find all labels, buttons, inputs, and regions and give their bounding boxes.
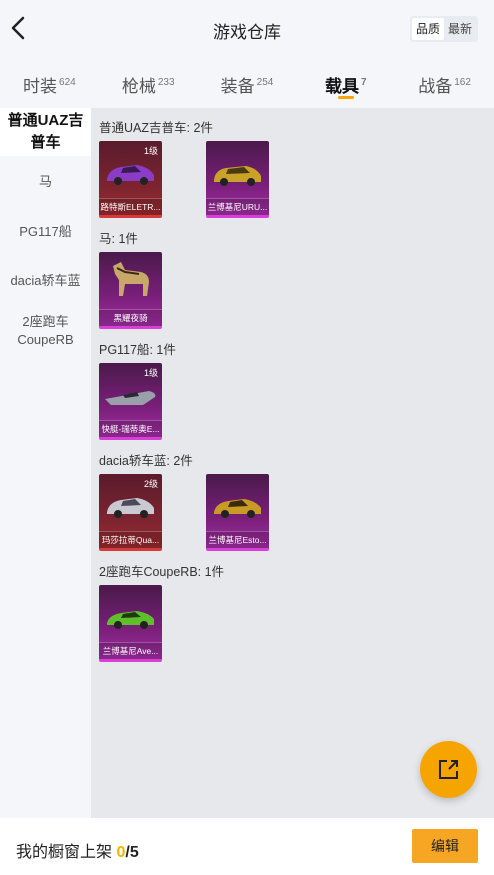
tab-supplies[interactable]: 战备 162 bbox=[395, 56, 494, 106]
gold-car-icon bbox=[214, 499, 261, 518]
tab-label: 时装 bbox=[23, 77, 58, 96]
group-label-horse: 马: 1件 bbox=[99, 232, 138, 246]
vehicle-list: 普通UAZ吉普车: 2件 1级 路特斯ELETR... 兰博基尼URU... 马… bbox=[91, 108, 494, 818]
group-label-pg117: PG117船: 1件 bbox=[99, 343, 176, 357]
sidebar-item-horse[interactable]: 马 bbox=[0, 156, 91, 208]
tab-guns[interactable]: 枪械 233 bbox=[99, 56, 198, 106]
item-name: 黑耀夜骑 bbox=[99, 309, 162, 326]
sidebar-item-dacia[interactable]: dacia轿车蓝 bbox=[0, 256, 91, 306]
item-name: 路特斯ELETR... bbox=[99, 198, 162, 215]
item-card[interactable]: 兰博基尼Esto... bbox=[206, 474, 269, 551]
tab-count: 254 bbox=[256, 77, 274, 88]
item-card[interactable]: 1级 路特斯ELETR... bbox=[99, 141, 162, 218]
sidebar-item-uaz[interactable]: 普通UAZ吉普车 bbox=[0, 108, 91, 156]
gold-suv-icon bbox=[214, 166, 261, 186]
group-label-uaz: 普通UAZ吉普车: 2件 bbox=[99, 121, 213, 135]
tab-equipment[interactable]: 装备 254 bbox=[198, 56, 297, 106]
sort-quality-button[interactable]: 品质 bbox=[411, 18, 444, 40]
purple-car-icon bbox=[107, 165, 154, 185]
group-label-coupe: 2座跑车CoupeRB: 1件 bbox=[99, 565, 225, 579]
showcase-text: 我的橱窗上架 bbox=[16, 844, 113, 861]
item-card[interactable]: 1级 快艇-瑞蒂奥E... bbox=[99, 363, 162, 440]
item-card[interactable]: 兰博基尼Ave... bbox=[99, 585, 162, 662]
header: 游戏仓库 品质 最新 bbox=[0, 0, 494, 56]
item-name: 快艇-瑞蒂奥E... bbox=[99, 420, 162, 437]
tab-count: 624 bbox=[59, 77, 76, 88]
showcase-total: /5 bbox=[125, 844, 139, 861]
sort-toggle: 品质 最新 bbox=[409, 16, 478, 42]
share-icon bbox=[439, 760, 458, 779]
item-name: 玛莎拉蒂Qua... bbox=[99, 531, 162, 548]
tab-count: 7 bbox=[361, 77, 367, 88]
tab-fashion[interactable]: 时装 624 bbox=[0, 56, 99, 106]
item-name: 兰博基尼URU... bbox=[206, 198, 269, 215]
silver-car-icon bbox=[107, 498, 154, 518]
item-name: 兰博基尼Ave... bbox=[99, 642, 162, 659]
tab-label: 装备 bbox=[220, 77, 255, 96]
sidebar-item-pg117[interactable]: PG117船 bbox=[0, 208, 91, 256]
sidebar: 普通UAZ吉普车 马 PG117船 dacia轿车蓝 2座跑车CoupeRB bbox=[0, 108, 91, 818]
green-car-icon bbox=[107, 611, 154, 629]
tab-label: 载具 bbox=[325, 77, 359, 96]
footer-bar: 我的橱窗上架 0/5 编辑 bbox=[0, 818, 494, 875]
item-card[interactable]: 兰博基尼URU... bbox=[206, 141, 269, 218]
item-card[interactable]: 2级 玛莎拉蒂Qua... bbox=[99, 474, 162, 551]
tab-label: 枪械 bbox=[121, 77, 156, 96]
share-button[interactable] bbox=[420, 741, 477, 798]
group-label-dacia: dacia轿车蓝: 2件 bbox=[99, 454, 193, 468]
tab-count: 162 bbox=[454, 77, 471, 88]
sidebar-item-coupe[interactable]: 2座跑车CoupeRB bbox=[0, 306, 91, 356]
tab-count: 233 bbox=[157, 77, 175, 88]
sort-newest-button[interactable]: 最新 bbox=[444, 18, 476, 40]
tab-label: 战备 bbox=[418, 77, 453, 96]
speedboat-icon bbox=[105, 391, 156, 405]
category-tabs: 时装 624 枪械 233 装备 254 载具 7 战备 162 bbox=[0, 56, 494, 106]
horse-icon bbox=[113, 262, 149, 296]
edit-button[interactable]: 编辑 bbox=[412, 829, 478, 863]
item-name: 兰博基尼Esto... bbox=[206, 531, 269, 548]
showcase-label: 我的橱窗上架 0/5 bbox=[16, 838, 139, 862]
item-card[interactable]: 黑耀夜骑 bbox=[99, 252, 162, 329]
tab-vehicles[interactable]: 载具 7 bbox=[296, 56, 395, 106]
